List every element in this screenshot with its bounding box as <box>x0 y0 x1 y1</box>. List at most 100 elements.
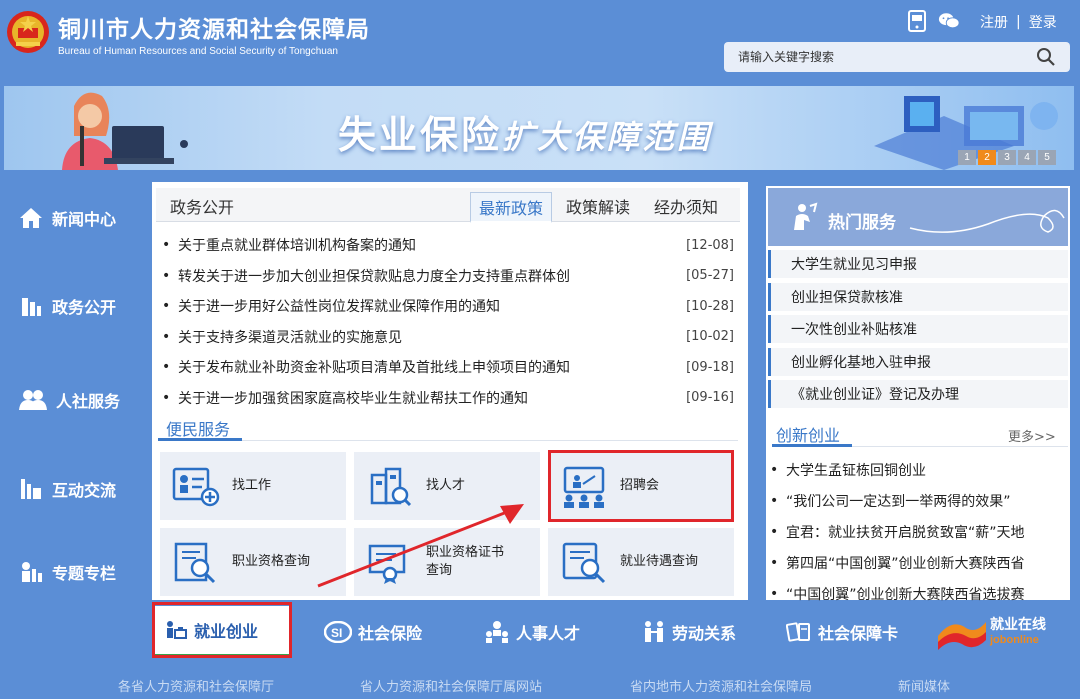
category-label: 社会保险 <box>358 624 423 643</box>
search-icon[interactable] <box>1036 47 1056 67</box>
card-icon <box>786 622 810 642</box>
tab-policy-interpretation[interactable]: 政策解读 <box>566 194 630 218</box>
nav-label: 新闻中心 <box>52 210 117 229</box>
hot-item[interactable]: 一次性创业补贴核准 <box>768 315 1068 343</box>
item-text[interactable]: “我们公司一定达到一举两得的效果” <box>786 491 1011 511</box>
news-title[interactable]: 关于重点就业群体培训机构备案的通知 <box>178 235 684 255</box>
job-online-logo[interactable]: 就业在线 jobonline <box>936 610 1066 654</box>
list-item[interactable]: • 大学生孟钲栋回铜创业 <box>770 454 1068 485</box>
pager-4[interactable]: 4 <box>1018 150 1036 165</box>
bullet: • <box>770 461 779 478</box>
site-title-en: Bureau of Human Resources and Social Sec… <box>58 46 338 57</box>
hot-item[interactable]: 创业孵化基地入驻申报 <box>768 348 1068 376</box>
convenience-services-title[interactable]: 便民服务 <box>166 416 230 440</box>
list-item[interactable]: • 关于进一步用好公益性岗位发挥就业保障作用的通知 [10-28] <box>162 291 734 322</box>
top-icons <box>906 10 960 32</box>
search-input[interactable] <box>738 50 1018 64</box>
category-social-insurance[interactable]: SI 社会保险 <box>324 620 422 644</box>
tab-gov-affairs[interactable]: 政务公开 <box>170 194 234 218</box>
nav-label: 政务公开 <box>52 298 117 317</box>
banner-text-b: 扩大保障范围 <box>502 118 713 156</box>
list-item[interactable]: • 关于支持多渠道灵活就业的实施意见 [10-02] <box>162 322 734 353</box>
category-label: 人事人才 <box>516 624 581 643</box>
personnel-icon <box>486 621 508 643</box>
service-label: 职业资格查询 <box>232 554 311 569</box>
banner-pager: 1 2 3 4 5 <box>958 150 1056 165</box>
news-title[interactable]: 关于进一步用好公益性岗位发挥就业保障作用的通知 <box>178 296 684 316</box>
wechat-icon[interactable] <box>938 10 960 32</box>
logo-subtext: jobonline <box>990 634 1039 646</box>
news-title[interactable]: 关于进一步加强贫困家庭高校毕业生就业帮扶工作的通知 <box>178 388 684 408</box>
item-text[interactable]: 宜君：就业扶贫开启脱贫致富“薪”天地 <box>786 522 1025 542</box>
news-title[interactable]: 关于支持多渠道灵活就业的实施意见 <box>178 327 684 347</box>
list-item[interactable]: • 关于发布就业补助资金补贴项目清单及首批线上申领项目的通知 [09-18] <box>162 352 734 383</box>
social-insurance-icon: SI <box>324 621 352 643</box>
highlight-box-job-fair <box>548 450 734 522</box>
nav-label: 人社服务 <box>56 392 121 411</box>
service-benefit-search[interactable]: 就业待遇查询 <box>548 528 734 596</box>
news-date: [09-18] <box>686 359 734 375</box>
policy-tabs: 政务公开 最新政策 政策解读 经办须知 <box>156 188 740 223</box>
category-personnel[interactable]: 人事人才 <box>484 620 580 644</box>
hot-item[interactable]: 《就业创业证》登记及办理 <box>768 380 1068 408</box>
bullet: • <box>162 359 171 376</box>
footer-link[interactable]: 省内地市人力资源和社会保障局 <box>630 676 812 695</box>
login-link[interactable]: 登录 <box>1029 12 1057 32</box>
pager-5[interactable]: 5 <box>1038 150 1056 165</box>
banner[interactable]: 失业保险扩大保障范围 <box>4 86 1074 170</box>
highlight-box-employment <box>152 602 292 658</box>
footer-link[interactable]: 省人力资源和社会保障厅属网站 <box>360 676 542 695</box>
list-item[interactable]: • 第四届“中国创翼”创业创新大赛陕西省 <box>770 547 1068 578</box>
list-item[interactable]: • “我们公司一定达到一举两得的效果” <box>770 485 1068 516</box>
bullet: • <box>770 554 779 571</box>
banner-woman-laptop-illustration <box>62 92 188 170</box>
tab-latest-policy[interactable]: 最新政策 <box>470 192 553 223</box>
top-links: 注册 | 登录 <box>980 12 1057 32</box>
news-date: [12-08] <box>686 237 734 253</box>
innovation-title[interactable]: 创新创业 <box>776 422 840 446</box>
bullet: • <box>162 298 171 315</box>
category-social-security-card[interactable]: 社会保障卡 <box>786 620 898 644</box>
news-title[interactable]: 关于发布就业补助资金补贴项目清单及首批线上申领项目的通知 <box>178 357 684 377</box>
title-underline <box>158 438 242 441</box>
footer-link[interactable]: 新闻媒体 <box>898 676 950 695</box>
register-link[interactable]: 注册 <box>980 12 1008 32</box>
nav-interaction[interactable]: 互动交流 <box>18 476 116 502</box>
news-list: • 关于重点就业群体培训机构备案的通知 [12-08] • 转发关于进一步加大创业担保… <box>162 230 734 413</box>
service-label: 就业待遇查询 <box>620 554 699 569</box>
list-item[interactable]: • 关于重点就业群体培训机构备案的通知 [12-08] <box>162 230 734 261</box>
footer-link[interactable]: 各省人力资源和社会保障厅 <box>118 676 274 695</box>
category-labor-relations[interactable]: 劳动关系 <box>642 620 736 644</box>
bullet: • <box>770 523 779 540</box>
benefit-search-icon <box>562 542 606 584</box>
hot-item[interactable]: 大学生就业见习申报 <box>768 250 1068 278</box>
news-date: [09-16] <box>686 390 734 406</box>
pager-3[interactable]: 3 <box>998 150 1016 165</box>
labor-relations-icon <box>645 621 663 642</box>
people-icon <box>19 390 47 410</box>
pager-1[interactable]: 1 <box>958 150 976 165</box>
tab-procedures[interactable]: 经办须知 <box>654 194 718 218</box>
hot-item[interactable]: 创业担保贷款核准 <box>768 283 1068 311</box>
home-icon <box>20 208 42 228</box>
item-text[interactable]: 第四届“中国创翼”创业创新大赛陕西省 <box>786 553 1025 573</box>
nav-gov-affairs[interactable]: 政务公开 <box>18 294 116 318</box>
news-title[interactable]: 转发关于进一步加大创业担保贷款贴息力度全力支持重点群体创 <box>178 266 684 286</box>
list-item[interactable]: • 宜君：就业扶贫开启脱贫致富“薪”天地 <box>770 516 1068 547</box>
pager-2[interactable]: 2 <box>978 150 996 165</box>
news-date: [05-27] <box>686 268 734 284</box>
list-item[interactable]: • 转发关于进一步加大创业担保贷款贴息力度全力支持重点群体创 [05-27] <box>162 261 734 292</box>
nav-label: 专题专栏 <box>52 564 117 583</box>
app-icon[interactable] <box>906 10 928 32</box>
red-arrow-annotation <box>317 504 524 588</box>
item-text[interactable]: 大学生孟钲栋回铜创业 <box>786 460 926 480</box>
bullet: • <box>770 492 779 509</box>
item-text[interactable]: “中国创翼”创业创新大赛陕西省选拔赛 <box>786 584 1025 604</box>
nav-news-center[interactable]: 新闻中心 <box>18 206 116 230</box>
link-separator: | <box>1016 14 1021 30</box>
list-item[interactable]: • 关于进一步加强贫困家庭高校毕业生就业帮扶工作的通知 [09-16] <box>162 383 734 414</box>
more-link[interactable]: 更多>> <box>1008 426 1056 445</box>
nav-hr-services[interactable]: 人社服务 <box>18 388 120 412</box>
service-person-icon <box>794 202 818 230</box>
nav-special-topics[interactable]: 专题专栏 <box>18 560 116 584</box>
